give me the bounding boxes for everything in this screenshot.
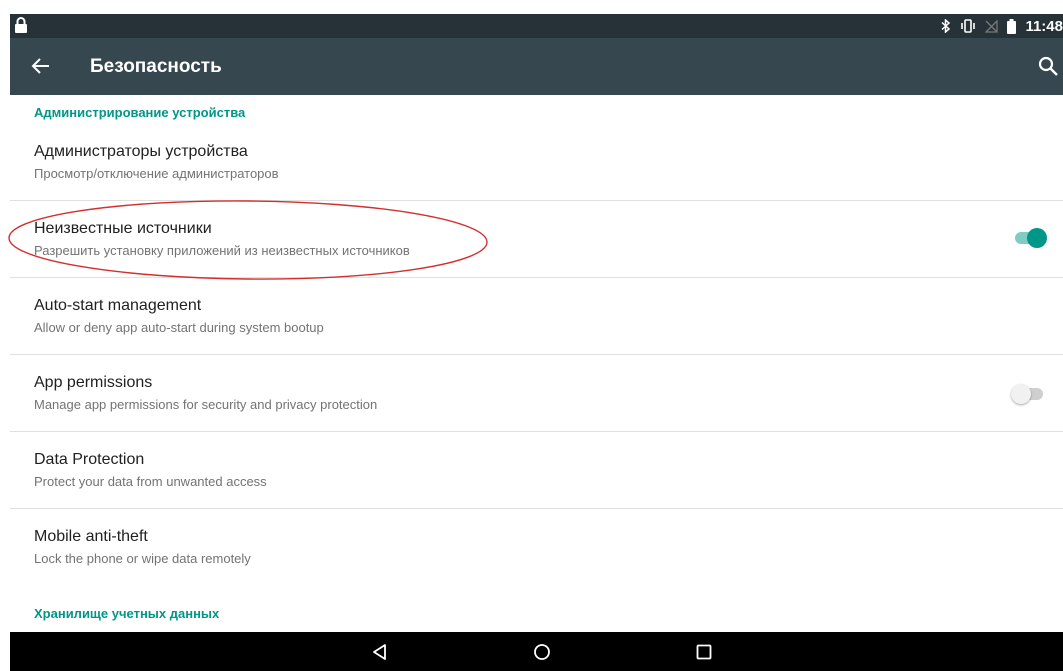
lock-icon: [15, 17, 27, 33]
battery-icon: [1007, 18, 1017, 34]
setting-summary: Разрешить установку приложений из неизве…: [34, 243, 410, 258]
toggle-thumb: [1027, 228, 1047, 248]
setting-summary: Allow or deny app auto-start during syst…: [34, 320, 324, 335]
setting-data-protection[interactable]: Data Protection Protect your data from u…: [10, 432, 1063, 509]
setting-summary: Lock the phone or wipe data remotely: [34, 551, 251, 566]
setting-summary: Просмотр/отключение администраторов: [34, 166, 279, 181]
setting-app-permissions[interactable]: App permissions Manage app permissions f…: [10, 355, 1063, 432]
toggle-thumb: [1011, 384, 1031, 404]
settings-list[interactable]: Администрирование устройства Администрат…: [10, 95, 1063, 632]
setting-title: App permissions: [34, 374, 153, 391]
bluetooth-icon: [941, 19, 951, 33]
setting-title: Data Protection: [34, 451, 145, 468]
no-signal-icon: [985, 19, 999, 33]
back-arrow-icon[interactable]: [30, 55, 52, 77]
clock: 11:48: [1025, 17, 1063, 35]
navigation-bar: [10, 632, 1063, 671]
setting-device-administrators[interactable]: Администраторы устройства Просмотр/отклю…: [10, 124, 1063, 201]
setting-title: Администраторы устройства: [34, 143, 248, 160]
back-triangle-icon[interactable]: [370, 642, 390, 662]
vibrate-icon: [961, 19, 976, 33]
search-icon[interactable]: [1037, 55, 1059, 77]
app-permissions-toggle[interactable]: [1011, 384, 1045, 404]
section-header-device-admin: Администрирование устройства: [34, 105, 246, 120]
setting-auto-start-management[interactable]: Auto-start management Allow or deny app …: [10, 278, 1063, 355]
home-circle-icon[interactable]: [532, 642, 552, 662]
setting-summary: Protect your data from unwanted access: [34, 474, 267, 489]
unknown-sources-toggle[interactable]: [1013, 228, 1047, 248]
setting-title: Auto-start management: [34, 297, 202, 314]
setting-title: Неизвестные источники: [34, 220, 212, 237]
recents-square-icon[interactable]: [694, 642, 714, 662]
setting-unknown-sources[interactable]: Неизвестные источники Разрешить установк…: [10, 201, 1063, 278]
setting-mobile-anti-theft[interactable]: Mobile anti-theft Lock the phone or wipe…: [10, 509, 1063, 585]
app-bar: Безопасность: [10, 38, 1063, 95]
section-header-credential-storage: Хранилище учетных данных: [34, 606, 220, 621]
setting-title: Mobile anti-theft: [34, 528, 148, 545]
page-title: Безопасность: [90, 56, 222, 77]
setting-summary: Manage app permissions for security and …: [34, 397, 378, 412]
status-bar: 11:48: [10, 14, 1063, 38]
